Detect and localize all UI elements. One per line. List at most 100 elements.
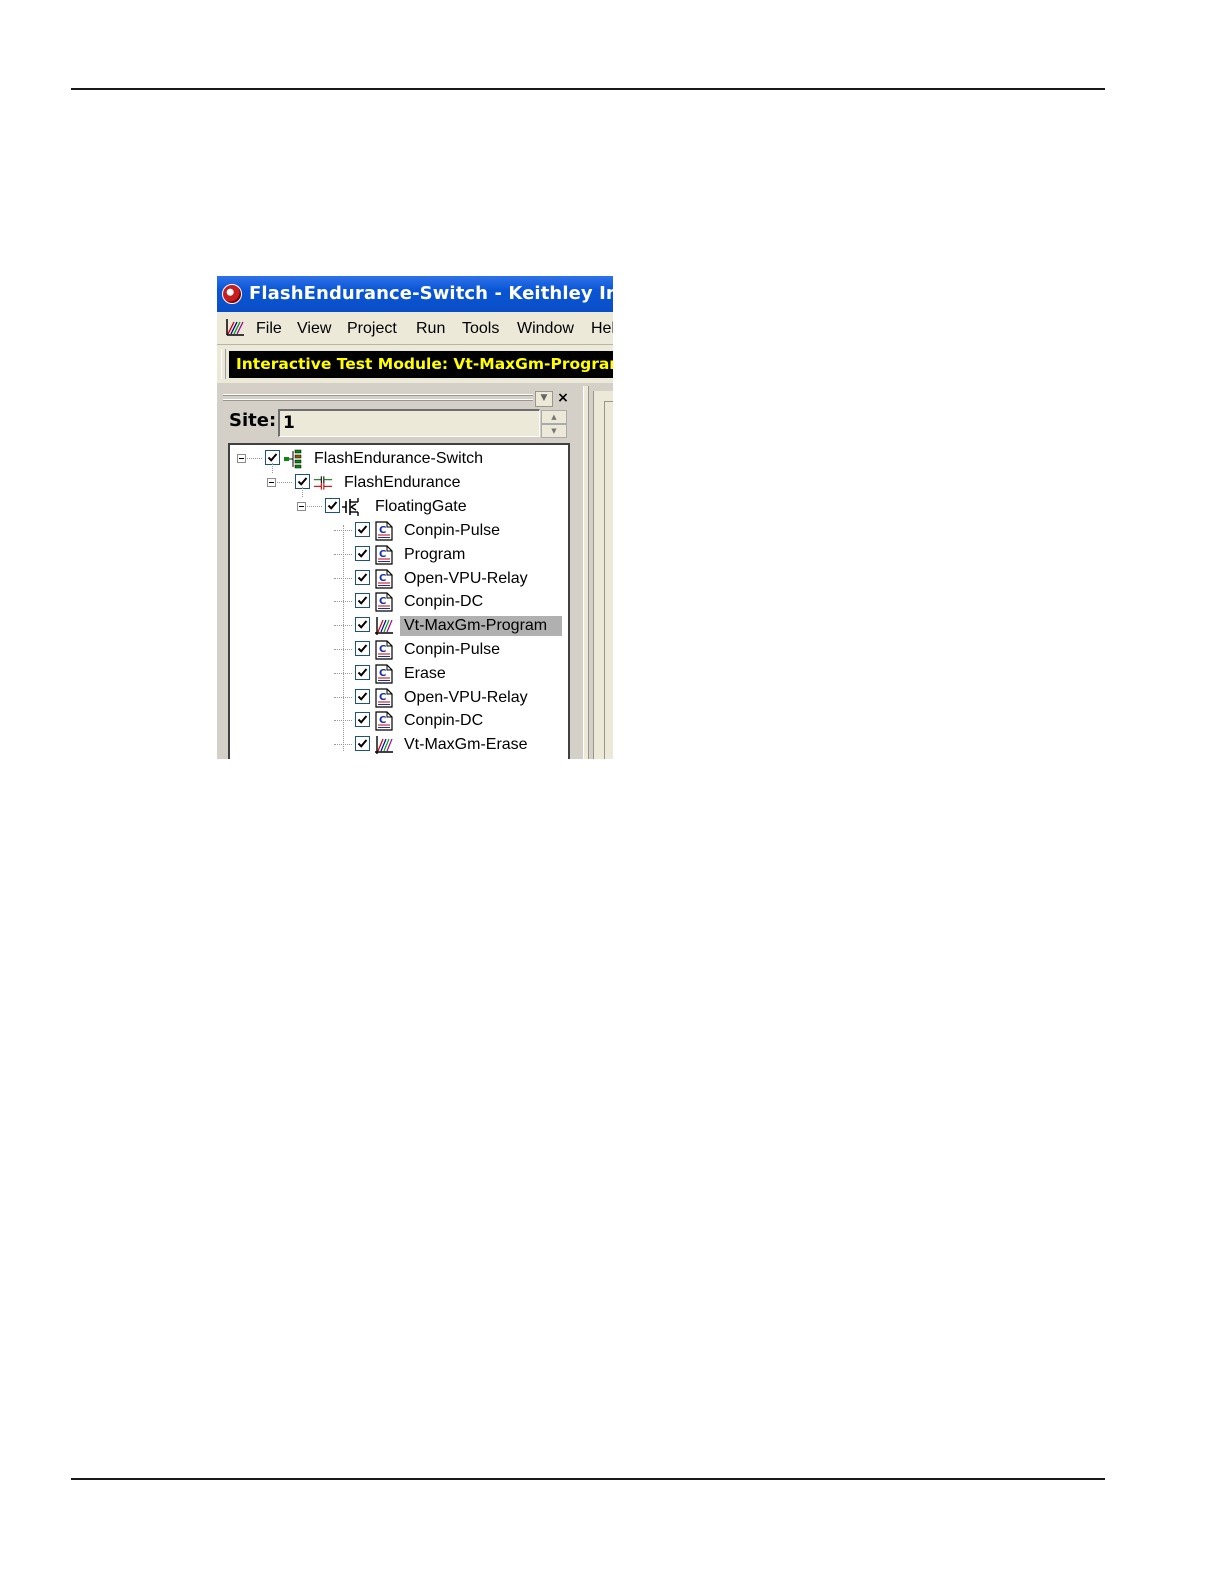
kite-window-screenshot: FlashEndurance-Switch - Keithley Intera … — [217, 276, 613, 759]
tree-connector — [334, 530, 352, 532]
tree-label: Erase — [404, 665, 446, 682]
menu-window[interactable]: Window — [517, 320, 574, 338]
module-toolbar: Interactive Test Module: Vt-MaxGm-Progra… — [217, 345, 613, 383]
tree-node-test[interactable]: C Erase — [230, 663, 560, 685]
pane-splitter[interactable] — [583, 386, 589, 759]
tree-connector — [334, 697, 352, 699]
tree-connector — [334, 744, 352, 746]
c-module-icon: C — [375, 664, 393, 684]
transistor-device-icon — [342, 498, 359, 516]
tree-label: Vt-MaxGm-Program — [400, 616, 562, 636]
svg-text:C: C — [379, 668, 386, 679]
right-pane — [593, 391, 613, 759]
svg-text:C: C — [379, 596, 386, 607]
svg-text:C: C — [379, 525, 386, 536]
device-checkbox[interactable] — [325, 498, 340, 513]
tree-label: FloatingGate — [375, 498, 467, 515]
tree-label: Open-VPU-Relay — [404, 570, 528, 587]
c-module-icon: C — [375, 569, 393, 589]
tree-label: Conpin-Pulse — [404, 641, 501, 658]
spin-down-icon[interactable]: ▼ — [541, 424, 567, 438]
test-checkbox[interactable] — [355, 522, 370, 537]
tree-connector — [334, 625, 352, 627]
svg-text:C: C — [379, 573, 386, 584]
tree-node-test[interactable]: C Program — [230, 544, 560, 566]
c-module-icon: C — [375, 521, 393, 541]
tree-label: FlashEndurance — [344, 474, 461, 491]
project-tree-icon — [284, 449, 302, 469]
site-label: Site: — [229, 410, 277, 431]
tree-node-test[interactable]: C Conpin-Pulse — [230, 520, 560, 542]
tree-label: Conpin-Pulse — [404, 522, 501, 539]
page-header-rule — [71, 88, 1105, 90]
tree-node-test[interactable]: C Open-VPU-Relay — [230, 687, 560, 709]
tree-connector — [334, 720, 352, 722]
tree-label: Conpin-DC — [404, 593, 484, 610]
test-checkbox[interactable] — [355, 712, 370, 727]
c-module-icon: C — [375, 545, 393, 565]
menu-tools[interactable]: Tools — [462, 320, 499, 338]
test-checkbox[interactable] — [355, 570, 370, 585]
project-tree: FlashEndurance-Switch FlashEndurance Flo… — [228, 443, 570, 759]
test-checkbox[interactable] — [355, 689, 370, 704]
menu-project[interactable]: Project — [347, 320, 397, 338]
c-module-icon: C — [375, 640, 393, 660]
c-module-icon: C — [375, 711, 393, 731]
tree-label: Open-VPU-Relay — [404, 689, 528, 706]
tree-connector — [334, 673, 352, 675]
menu-view[interactable]: View — [297, 320, 331, 338]
c-module-icon: C — [375, 688, 393, 708]
graph-test-icon — [375, 617, 393, 635]
tree-node-subsite[interactable]: FlashEndurance — [230, 472, 560, 494]
site-spinner[interactable]: ▲ ▼ — [541, 410, 567, 438]
menu-run[interactable]: Run — [416, 320, 445, 338]
svg-text:C: C — [379, 692, 386, 703]
tree-node-project[interactable]: FlashEndurance-Switch — [230, 448, 560, 470]
tree-node-test[interactable]: Vt-MaxGm-Erase — [230, 734, 560, 756]
window-title: FlashEndurance-Switch - Keithley Intera — [249, 283, 613, 304]
panel-close-button[interactable]: × — [555, 390, 571, 406]
tree-node-test[interactable]: Vt-MaxGm-Program — [230, 615, 562, 637]
tree-connector — [334, 649, 352, 651]
test-checkbox[interactable] — [355, 546, 370, 561]
svg-text:C: C — [379, 644, 386, 655]
tree-node-test[interactable]: C Conpin-Pulse — [230, 639, 560, 661]
collapse-icon[interactable] — [237, 454, 246, 463]
title-bar[interactable]: FlashEndurance-Switch - Keithley Intera — [217, 276, 613, 312]
test-checkbox[interactable] — [355, 641, 370, 656]
panel-dropdown-button[interactable]: ▼ — [535, 391, 553, 407]
page-footer-rule — [71, 1478, 1105, 1480]
tree-connector — [334, 601, 352, 603]
tree-label: Vt-MaxGm-Erase — [404, 736, 528, 753]
svg-text:C: C — [379, 549, 386, 560]
menu-bar: File View Project Run Tools Window Hel — [217, 312, 613, 345]
tree-label: FlashEndurance-Switch — [314, 450, 483, 467]
test-checkbox[interactable] — [355, 736, 370, 751]
menu-file[interactable]: File — [256, 320, 282, 338]
spin-up-icon[interactable]: ▲ — [541, 410, 567, 424]
test-checkbox[interactable] — [355, 593, 370, 608]
graph-test-icon — [375, 736, 393, 754]
tree-node-test[interactable]: C Conpin-DC — [230, 710, 560, 732]
tree-connector — [334, 578, 352, 580]
interactive-test-module-banner: Interactive Test Module: Vt-MaxGm-Progra… — [229, 351, 613, 378]
tree-node-device[interactable]: FloatingGate — [230, 496, 560, 518]
menu-help[interactable]: Hel — [591, 320, 613, 338]
svg-text:C: C — [379, 715, 386, 726]
tree-label: Program — [404, 546, 466, 563]
kite-app-icon[interactable] — [222, 284, 242, 304]
project-panel-caption[interactable] — [223, 389, 569, 407]
tree-connector — [334, 554, 352, 556]
test-checkbox[interactable] — [355, 665, 370, 680]
collapse-icon[interactable] — [297, 502, 306, 511]
site-number-field[interactable]: 1 — [278, 409, 540, 437]
subsite-capacitor-icon — [313, 476, 333, 490]
tree-label: Conpin-DC — [404, 712, 484, 729]
test-checkbox[interactable] — [355, 617, 370, 632]
tree-node-test[interactable]: C Open-VPU-Relay — [230, 568, 560, 590]
c-module-icon: C — [375, 592, 393, 612]
tree-node-test[interactable]: C Conpin-DC — [230, 591, 560, 613]
collapse-icon[interactable] — [267, 478, 276, 487]
toolbar-grip[interactable] — [221, 349, 226, 379]
graph-menu-icon[interactable] — [225, 317, 245, 337]
